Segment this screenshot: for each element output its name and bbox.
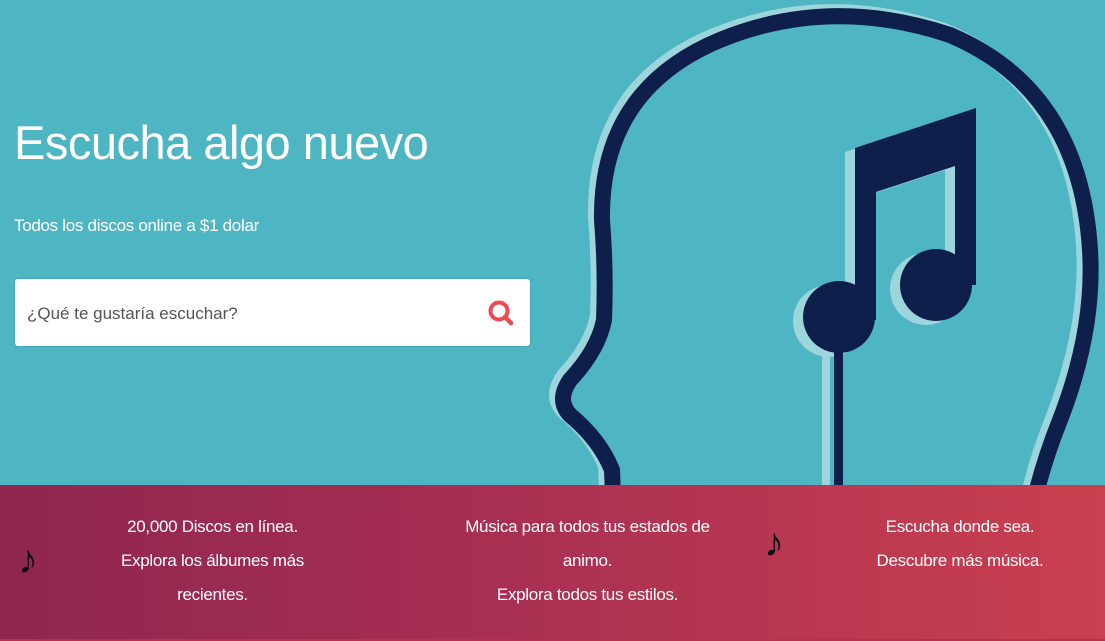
feature-line: Explora los álbumes más: [120, 551, 304, 570]
feature-line: Descubre más música.: [876, 551, 1044, 570]
feature-line: Música para todos tus estados de: [465, 517, 710, 536]
page-title: Escucha algo nuevo: [14, 116, 429, 169]
music-note-icon: ♪: [764, 521, 784, 565]
feature-all-moods: Música para todos tus estados de animo. …: [440, 510, 735, 612]
features-band: ♪ 20,000 Discos en línea. Explora los ál…: [0, 485, 1105, 641]
feature-line: recientes.: [177, 585, 248, 604]
feature-anywhere: Escucha donde sea. Descubre más música.: [860, 510, 1060, 578]
hero-section: Escucha algo nuevo Todos los discos onli…: [0, 0, 1105, 485]
page-subtitle: Todos los discos online a $1 dolar: [14, 216, 259, 235]
feature-line: 20,000 Discos en línea.: [127, 517, 298, 536]
music-note-icon: ♪: [18, 538, 38, 582]
search-icon: [488, 300, 514, 326]
search-button[interactable]: [486, 298, 516, 328]
feature-line: Escucha donde sea.: [885, 517, 1035, 536]
feature-online-discs: 20,000 Discos en línea. Explora los álbu…: [100, 510, 325, 612]
search-input[interactable]: [25, 279, 469, 348]
feature-line: animo.: [562, 551, 613, 570]
head-music-illustration: [549, 4, 1099, 485]
search-box: [15, 279, 530, 348]
feature-line: Explora todos tus estilos.: [496, 585, 679, 604]
